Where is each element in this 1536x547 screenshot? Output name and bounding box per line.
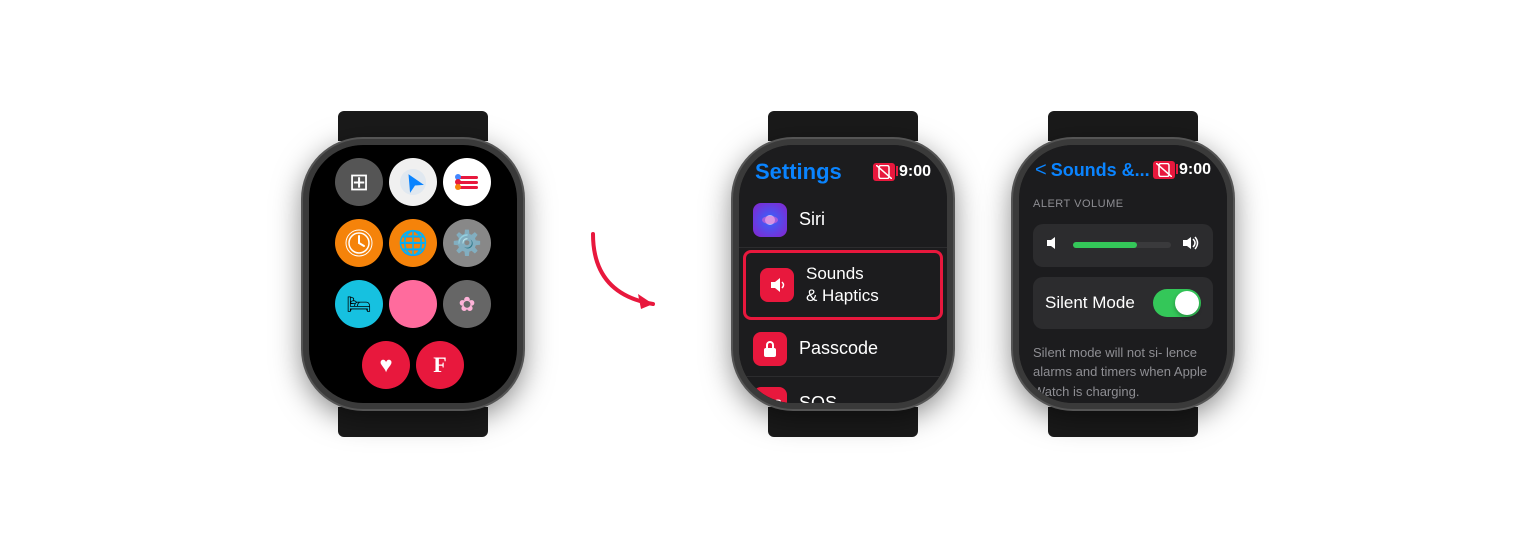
silent-mode-toggle[interactable] (1153, 289, 1201, 317)
sounds-content: ALERT VOLUME (1019, 190, 1227, 403)
navigation-arrow (583, 174, 673, 374)
silent-mode-description: Silent mode will not si- lence alarms an… (1033, 343, 1213, 402)
settings-item-sounds[interactable]: Sounds& Haptics (746, 253, 940, 317)
settings-item-passcode[interactable]: Passcode (739, 322, 947, 377)
app-sleep: 🛏 (335, 280, 383, 328)
time-container-3: 9:00 (1153, 161, 1211, 179)
app-breath: ✿ (443, 280, 491, 328)
settings-screen: Settings 9:00 (739, 145, 947, 403)
back-chevron-icon[interactable]: < (1035, 159, 1047, 182)
silent-mode-label: Silent Mode (1045, 293, 1135, 313)
sounds-title-container: < Sounds &... (1035, 159, 1150, 182)
siri-label: Siri (799, 209, 825, 230)
sounds-header: < Sounds &... 9:00 (1019, 145, 1227, 190)
app-heart: ♥ (362, 341, 410, 389)
settings-title: Settings (755, 159, 842, 185)
volume-slider[interactable] (1033, 224, 1213, 267)
settings-item-sos[interactable]: SOS SOS (739, 377, 947, 403)
watch-2: Settings 9:00 (733, 111, 953, 437)
no-phone-icon-3 (1153, 161, 1175, 179)
sounds-label: Sounds& Haptics (806, 263, 879, 307)
settings-item-siri[interactable]: Siri (739, 193, 947, 248)
sounds-screen: < Sounds &... 9:00 ALERT (1019, 145, 1227, 403)
app-flipboard: F (416, 341, 464, 389)
strap-top-1 (338, 111, 488, 141)
passcode-icon (753, 332, 787, 366)
settings-list: Siri Sounds& Haptics (739, 193, 947, 403)
app-globe: 🌐 (389, 219, 437, 267)
watch-body-3: < Sounds &... 9:00 ALERT (1013, 139, 1233, 409)
sounds-time: 9:00 (1179, 161, 1211, 179)
volume-high-icon (1181, 234, 1201, 257)
time-container-2: 9:00 (873, 163, 931, 181)
app-settings: ⚙️ (443, 219, 491, 267)
slider-track[interactable] (1073, 242, 1171, 248)
siri-icon (753, 203, 787, 237)
strap-bottom-3 (1048, 407, 1198, 437)
no-phone-icon-2 (873, 163, 895, 181)
sos-label: SOS (799, 393, 837, 402)
alert-volume-label: ALERT VOLUME (1033, 198, 1213, 210)
sounds-icon (760, 268, 794, 302)
silent-mode-row[interactable]: Silent Mode (1033, 277, 1213, 329)
settings-header: Settings 9:00 (739, 145, 947, 193)
strap-bottom-2 (768, 407, 918, 437)
strap-top-3 (1048, 111, 1198, 141)
slider-fill (1073, 242, 1137, 248)
watch-screen-1: ⊞ (309, 145, 517, 403)
sounds-title: Sounds &... (1051, 160, 1150, 181)
watch-1: ⊞ (303, 111, 523, 437)
settings-time: 9:00 (899, 163, 931, 181)
watch-body-1: ⊞ (303, 139, 523, 409)
passcode-label: Passcode (799, 338, 878, 359)
watch-screen-3: < Sounds &... 9:00 ALERT (1019, 145, 1227, 403)
strap-top-2 (768, 111, 918, 141)
watch-3: < Sounds &... 9:00 ALERT (1013, 111, 1233, 437)
volume-low-icon (1045, 234, 1063, 257)
navigation-arrow-container (583, 174, 673, 374)
app-pink (389, 280, 437, 328)
strap-bottom-1 (338, 407, 488, 437)
app-calculator: ⊞ (335, 158, 383, 206)
app-grid: ⊞ (309, 145, 517, 403)
settings-item-sounds-haptics-highlighted[interactable]: Sounds& Haptics (743, 250, 943, 320)
watch-screen-2: Settings 9:00 (739, 145, 947, 403)
sos-icon: SOS (753, 387, 787, 403)
app-reminders (443, 158, 491, 206)
app-maps (389, 158, 437, 206)
watch-body-2: Settings 9:00 (733, 139, 953, 409)
app-clock (335, 219, 383, 267)
